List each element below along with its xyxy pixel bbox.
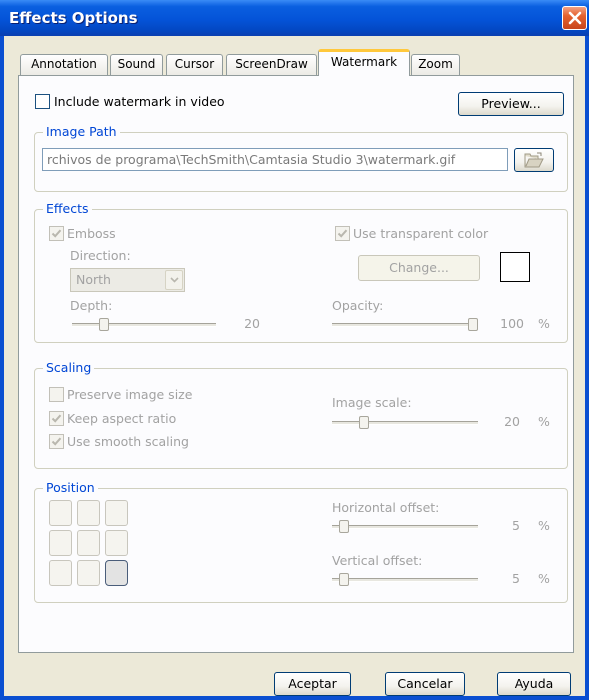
folder-open-icon (524, 152, 544, 168)
window-frame-bottom (0, 696, 589, 700)
image-scale-unit: % (538, 414, 550, 429)
tab-label: Watermark (330, 55, 398, 69)
ok-button-label: Aceptar (288, 676, 337, 691)
position-cell-middle-center[interactable] (77, 530, 100, 556)
transparent-color-swatch[interactable] (500, 252, 530, 282)
tab-screendraw[interactable]: ScreenDraw (226, 54, 317, 75)
tab-annotation[interactable]: Annotation (20, 54, 108, 75)
vertical-offset-slider-thumb[interactable] (338, 573, 349, 586)
checkmark-icon (51, 414, 62, 423)
position-cell-middle-left[interactable] (49, 530, 72, 556)
depth-slider[interactable] (72, 323, 216, 327)
preview-button[interactable]: Preview... (458, 92, 564, 116)
position-cell-bottom-left[interactable] (49, 560, 72, 586)
vertical-offset-value: 5 (512, 571, 520, 586)
window-frame-right (585, 36, 589, 700)
change-button-label: Change... (389, 260, 449, 275)
vertical-offset-slider[interactable] (332, 578, 478, 582)
horizontal-offset-slider[interactable] (332, 525, 478, 529)
use-smooth-scaling-checkbox[interactable] (49, 434, 64, 449)
checkmark-icon (51, 229, 62, 238)
direction-label: Direction: (70, 248, 131, 263)
image-path-field[interactable]: rchivos de programa\TechSmith\Camtasia S… (42, 148, 508, 171)
position-cell-bottom-right[interactable] (105, 560, 128, 586)
position-cell-top-left[interactable] (49, 500, 72, 526)
position-cell-top-right[interactable] (105, 500, 128, 526)
ok-button[interactable]: Aceptar (274, 672, 351, 696)
tab-sound[interactable]: Sound (110, 54, 163, 75)
opacity-label: Opacity: (332, 298, 384, 313)
image-scale-slider[interactable] (332, 421, 478, 425)
position-cell-bottom-center[interactable] (77, 560, 100, 586)
horizontal-offset-label: Horizontal offset: (332, 500, 440, 515)
include-watermark-checkbox[interactable] (35, 94, 50, 109)
chevron-down-icon (165, 270, 183, 290)
preserve-image-size-label: Preserve image size (67, 387, 193, 402)
image-path-group-title: Image Path (43, 124, 120, 139)
close-icon (568, 11, 582, 25)
horizontal-offset-slider-thumb[interactable] (338, 520, 349, 533)
opacity-unit: % (538, 316, 550, 331)
checkmark-icon (51, 437, 62, 446)
scaling-group-title: Scaling (43, 360, 95, 375)
position-cell-middle-right[interactable] (105, 530, 128, 556)
depth-slider-thumb[interactable] (98, 318, 109, 331)
include-watermark-label: Include watermark in video (54, 94, 225, 109)
tab-cursor[interactable]: Cursor (166, 54, 223, 75)
position-group-title: Position (43, 480, 98, 495)
tab-label: Zoom (418, 57, 453, 71)
tab-zoom[interactable]: Zoom (411, 54, 460, 75)
tab-label: Cursor (174, 57, 215, 71)
cancel-button[interactable]: Cancelar (385, 672, 465, 696)
tab-label: Sound (117, 57, 156, 71)
tab-watermark[interactable]: Watermark (318, 49, 410, 76)
position-cell-top-center[interactable] (77, 500, 100, 526)
direction-value: North (76, 272, 111, 287)
keep-aspect-ratio-label: Keep aspect ratio (67, 411, 177, 426)
change-color-button[interactable]: Change... (358, 255, 480, 281)
effects-options-window: Effects Options Annotation Sound Cursor … (0, 0, 589, 700)
help-button[interactable]: Ayuda (497, 672, 571, 696)
close-button[interactable] (562, 6, 587, 30)
horizontal-offset-unit: % (538, 518, 550, 533)
opacity-value: 100 (500, 316, 524, 331)
checkmark-icon (337, 229, 348, 238)
cancel-button-label: Cancelar (397, 676, 453, 691)
depth-label: Depth: (70, 298, 113, 313)
preview-button-label: Preview... (481, 96, 541, 111)
tab-label: Annotation (31, 57, 97, 71)
direction-select[interactable]: North (70, 268, 185, 292)
opacity-slider[interactable] (332, 323, 478, 327)
horizontal-offset-value: 5 (512, 518, 520, 533)
emboss-label: Emboss (67, 226, 116, 241)
keep-aspect-ratio-checkbox[interactable] (49, 411, 64, 426)
emboss-checkbox[interactable] (49, 226, 64, 241)
help-button-label: Ayuda (514, 676, 554, 691)
image-scale-slider-thumb[interactable] (359, 416, 370, 429)
browse-button[interactable] (514, 148, 554, 172)
preserve-image-size-checkbox[interactable] (49, 387, 64, 402)
window-title: Effects Options (9, 9, 138, 27)
title-bar[interactable]: Effects Options (0, 0, 589, 36)
opacity-slider-thumb[interactable] (468, 318, 478, 331)
image-scale-value: 20 (504, 414, 520, 429)
effects-group-title: Effects (43, 201, 92, 216)
image-scale-label: Image scale: (332, 395, 412, 410)
use-transparent-color-checkbox[interactable] (335, 226, 350, 241)
use-smooth-scaling-label: Use smooth scaling (67, 434, 189, 449)
vertical-offset-unit: % (538, 571, 550, 586)
use-transparent-color-label: Use transparent color (353, 226, 489, 241)
vertical-offset-label: Vertical offset: (332, 553, 423, 568)
tab-label: ScreenDraw (235, 57, 308, 71)
depth-value: 20 (244, 316, 260, 331)
